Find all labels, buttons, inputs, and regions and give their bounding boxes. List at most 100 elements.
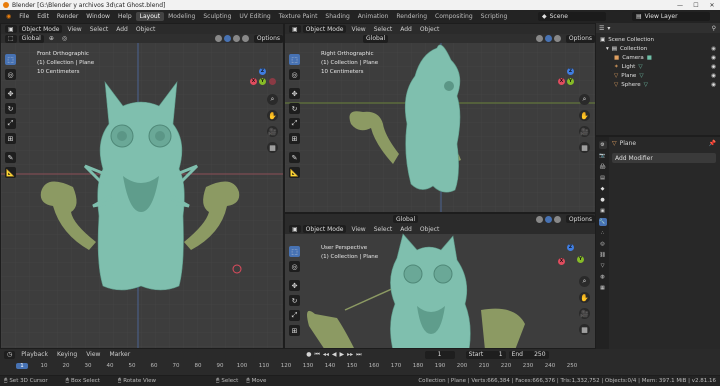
pan-hand-icon[interactable]: ✋: [579, 110, 590, 121]
blender-menu-icon[interactable]: ◉: [2, 13, 15, 20]
rotate-icon[interactable]: ↻: [289, 103, 300, 114]
modifier-tab-icon[interactable]: 🔧: [598, 218, 607, 226]
pin-icon[interactable]: 📌: [709, 140, 716, 147]
ortho-grid-icon[interactable]: ▦: [579, 324, 590, 335]
zoom-icon[interactable]: ⌕: [267, 94, 278, 105]
prev-key-icon[interactable]: ◂◂: [323, 351, 329, 359]
object-tab-icon[interactable]: ▣: [599, 207, 607, 215]
annotate-icon[interactable]: ✎: [5, 152, 16, 163]
menu-help[interactable]: Help: [114, 13, 136, 20]
zoom-icon[interactable]: ⌕: [579, 276, 590, 287]
tab-layout[interactable]: Layout: [135, 12, 165, 21]
camera-view-icon[interactable]: 🎥: [267, 126, 278, 137]
record-icon[interactable]: ●: [306, 351, 311, 359]
transform-icon[interactable]: ⊞: [289, 325, 300, 336]
transform-icon[interactable]: ⊞: [289, 133, 300, 144]
visibility-eye-icon[interactable]: ◉: [711, 46, 716, 52]
rotate-icon[interactable]: ↻: [289, 295, 300, 306]
play-icon[interactable]: ▶: [340, 351, 345, 359]
move-icon[interactable]: ✥: [5, 88, 16, 99]
scale-icon[interactable]: ⤢: [5, 118, 16, 129]
tab-texture-paint[interactable]: Texture Paint: [275, 12, 322, 21]
gizmo-x[interactable]: X: [558, 78, 565, 85]
outliner-scene-collection[interactable]: ▣ Scene Collection: [600, 35, 716, 44]
transform-icon[interactable]: ⊞: [5, 133, 16, 144]
rotate-icon[interactable]: ↻: [5, 103, 16, 114]
tool-tab-icon[interactable]: ⚙: [598, 141, 607, 149]
measure-icon[interactable]: 📐: [289, 167, 300, 178]
tab-compositing[interactable]: Compositing: [431, 12, 477, 21]
texture-tab-icon[interactable]: ▦: [599, 284, 607, 292]
tab-scripting[interactable]: Scripting: [477, 12, 512, 21]
tab-animation[interactable]: Animation: [354, 12, 393, 21]
current-frame-field[interactable]: 1: [424, 350, 455, 359]
expand-arrow-icon[interactable]: ▾: [606, 46, 609, 52]
constraints-tab-icon[interactable]: ⛓: [599, 251, 607, 259]
end-frame-field[interactable]: End 250: [508, 350, 549, 359]
jump-start-icon[interactable]: ⏮: [314, 351, 319, 359]
visibility-eye-icon[interactable]: ◉: [711, 64, 716, 70]
gizmo-y[interactable]: Y: [577, 256, 584, 263]
outliner-item-plane[interactable]: ▽ Plane ▽ ◉: [600, 71, 716, 80]
outliner-editor-icon[interactable]: ☰: [599, 25, 604, 32]
tab-shading[interactable]: Shading: [321, 12, 353, 21]
output-tab-icon[interactable]: 🖨: [599, 163, 607, 171]
scene-selector[interactable]: ◆ Scene: [538, 12, 606, 21]
material-tab-icon[interactable]: ◍: [599, 273, 607, 281]
move-icon[interactable]: ✥: [289, 280, 300, 291]
gizmo-x[interactable]: X: [250, 78, 257, 85]
outliner-collection[interactable]: ▾ ▤ Collection ◉: [600, 44, 716, 53]
menu-render[interactable]: Render: [53, 13, 82, 20]
gizmo-neg-x[interactable]: [269, 78, 276, 85]
view-layer-tab-icon[interactable]: ▤: [599, 174, 607, 182]
timeline-editor-icon[interactable]: ◷: [4, 350, 16, 359]
menu-file[interactable]: File: [15, 13, 33, 20]
viewport-front[interactable]: ▣ Object Mode View Select Add Object ⬚ G…: [0, 23, 284, 349]
gizmo-y[interactable]: Y: [259, 78, 266, 85]
visibility-eye-icon[interactable]: ◉: [711, 73, 716, 79]
ortho-grid-icon[interactable]: ▦: [267, 142, 278, 153]
ortho-grid-icon[interactable]: ▦: [579, 142, 590, 153]
data-tab-icon[interactable]: ▽: [599, 262, 607, 270]
menu-playback[interactable]: Playback: [18, 351, 51, 358]
next-key-icon[interactable]: ▸▸: [347, 351, 353, 359]
navigation-gizmo[interactable]: Z X Y: [553, 244, 589, 274]
menu-edit[interactable]: Edit: [33, 13, 53, 20]
select-box-icon[interactable]: ⬚: [289, 246, 300, 257]
select-box-icon[interactable]: ⬚: [289, 54, 300, 65]
annotate-icon[interactable]: ✎: [289, 152, 300, 163]
cursor-icon[interactable]: ◎: [289, 261, 300, 272]
menu-keying[interactable]: Keying: [54, 351, 80, 358]
scene-tab-icon[interactable]: ◆: [599, 185, 607, 193]
filter-icon[interactable]: ⚲: [712, 25, 716, 32]
minimize-button[interactable]: —: [672, 2, 688, 9]
menu-window[interactable]: Window: [82, 13, 114, 20]
tab-uv-editing[interactable]: UV Editing: [235, 12, 274, 21]
maximize-button[interactable]: ☐: [688, 2, 704, 9]
cursor-icon[interactable]: ◎: [5, 69, 16, 80]
outliner-item-sphere[interactable]: ▽ Sphere ▽ ◉: [600, 80, 716, 89]
zoom-icon[interactable]: ⌕: [579, 94, 590, 105]
gizmo-z[interactable]: Z: [259, 68, 266, 75]
scale-icon[interactable]: ⤢: [289, 118, 300, 129]
view-layer-selector[interactable]: ▤ View Layer: [632, 12, 710, 21]
physics-tab-icon[interactable]: ◎: [599, 240, 607, 248]
pan-hand-icon[interactable]: ✋: [579, 292, 590, 303]
tab-modeling[interactable]: Modeling: [164, 12, 199, 21]
select-box-icon[interactable]: ⬚: [5, 54, 16, 65]
particles-tab-icon[interactable]: ∴: [599, 229, 607, 237]
add-modifier-button[interactable]: Add Modifier: [612, 153, 716, 163]
outliner-item-light[interactable]: ✶ Light ▽ ◉: [600, 62, 716, 71]
viewport-right[interactable]: ▣ Object Mode View Select Add Object Glo…: [284, 23, 596, 213]
menu-marker[interactable]: Marker: [106, 351, 133, 358]
start-frame-field[interactable]: Start 1: [465, 350, 506, 359]
gizmo-y[interactable]: Y: [567, 78, 574, 85]
move-icon[interactable]: ✥: [289, 88, 300, 99]
world-tab-icon[interactable]: ●: [599, 196, 607, 204]
jump-end-icon[interactable]: ⏭: [356, 351, 361, 359]
display-mode-icon[interactable]: ▾: [607, 25, 610, 32]
tab-sculpting[interactable]: Sculpting: [199, 12, 235, 21]
camera-view-icon[interactable]: 🎥: [579, 126, 590, 137]
timeline-ruler[interactable]: 1 10 20 30 40 50 60 70 80 90 100 110 120 130 140 150 160…: [0, 362, 596, 372]
viewport-perspective[interactable]: Global Options ▣ Object Mode View Select…: [284, 213, 596, 349]
